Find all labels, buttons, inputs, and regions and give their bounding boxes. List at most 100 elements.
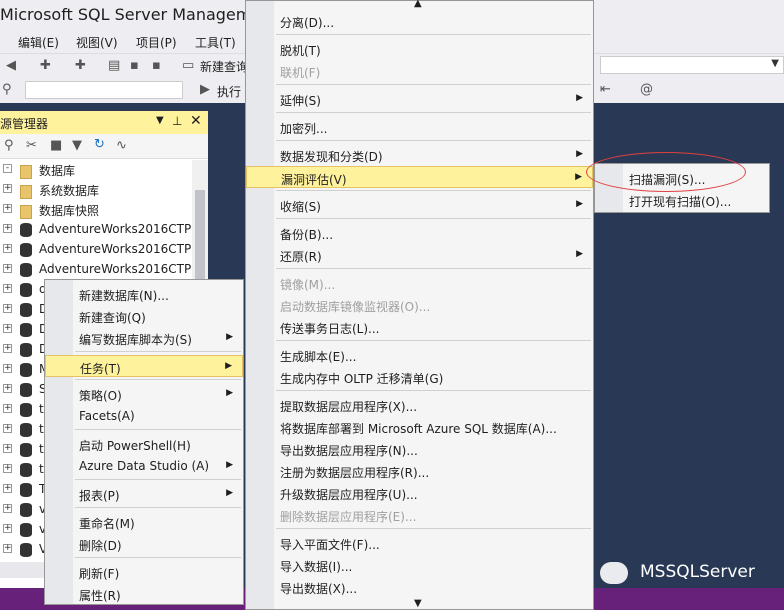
tree-node[interactable]: + AdventureWorks2016CTP3 bbox=[0, 240, 199, 260]
context-menu-item[interactable]: 刷新(F) bbox=[45, 561, 243, 583]
context-menu-item-label: 新建查询(Q) bbox=[79, 311, 146, 325]
tasks-submenu: ▲ ▼ 分离(D)... 脱机(T) 联机(F) 延伸(S) ▶ 加密列... 数据发现和分… bbox=[245, 0, 594, 610]
tasks-menu-item[interactable]: 注册为数据层应用程序(R)... bbox=[246, 460, 593, 482]
tasks-menu-item-label: 删除数据层应用程序(E)... bbox=[280, 510, 417, 524]
tree-node[interactable]: - 数据库 bbox=[0, 160, 192, 180]
tasks-menu-item[interactable]: 导出数据(X)... bbox=[246, 576, 593, 598]
tasks-menu-item[interactable]: 分离(D)... bbox=[246, 10, 593, 32]
scroll-up-icon[interactable]: ▲ bbox=[414, 0, 422, 9]
tasks-menu-item-label: 漏洞评估(V) bbox=[281, 173, 347, 187]
refresh-icon[interactable]: ↻ bbox=[94, 137, 105, 152]
tasks-menu-item[interactable]: 传送事务日志(L)... bbox=[246, 316, 593, 338]
new-project-icon[interactable]: ✚ bbox=[40, 58, 51, 73]
context-menu-item[interactable]: 新建数据库(N)... bbox=[45, 283, 243, 305]
expand-icon[interactable]: + bbox=[3, 364, 12, 373]
close-icon[interactable]: ✕ bbox=[190, 113, 202, 129]
context-menu-item[interactable]: 重命名(M) bbox=[45, 511, 243, 533]
comment-icon[interactable]: @ bbox=[640, 82, 653, 97]
pane-menu-icon[interactable]: ▼ bbox=[156, 115, 164, 126]
filter-icon[interactable]: ▼ bbox=[72, 138, 82, 153]
context-menu-item[interactable]: 新建查询(Q) bbox=[45, 305, 243, 327]
tree-node[interactable]: + 数据库快照 bbox=[0, 200, 192, 220]
expand-icon[interactable]: + bbox=[3, 204, 12, 213]
tasks-menu-item[interactable]: 漏洞评估(V) ▶ bbox=[246, 166, 593, 188]
menu-edit[interactable]: 编辑(E) bbox=[18, 34, 59, 51]
new-query-icon[interactable]: ▭ bbox=[182, 58, 194, 73]
scroll-down-icon[interactable]: ▼ bbox=[414, 598, 422, 609]
execute-icon[interactable]: ▶ bbox=[200, 82, 210, 97]
tasks-menu-item[interactable]: 加密列... bbox=[246, 116, 593, 138]
context-menu-item[interactable]: Azure Data Studio (A) ▶ bbox=[45, 455, 243, 477]
save-all-icon[interactable]: ▪ bbox=[152, 58, 161, 73]
tasks-menu-item[interactable]: 生成内存中 OLTP 迁移清单(G) bbox=[246, 366, 593, 388]
database-selector[interactable] bbox=[25, 81, 183, 99]
expand-icon[interactable]: + bbox=[3, 424, 12, 433]
expand-icon[interactable]: + bbox=[3, 344, 12, 353]
tasks-menu-item[interactable]: 提取数据层应用程序(X)... bbox=[246, 394, 593, 416]
stop-icon[interactable]: ■ bbox=[50, 138, 62, 153]
tasks-menu-item[interactable]: 导入平面文件(F)... bbox=[246, 532, 593, 554]
activity-monitor-icon[interactable]: ∿ bbox=[116, 138, 127, 153]
back-icon[interactable]: ◀ bbox=[6, 58, 16, 73]
expand-icon[interactable]: + bbox=[3, 284, 12, 293]
tree-node[interactable]: + AdventureWorks2016CTP3 bbox=[0, 220, 199, 240]
expand-icon[interactable]: + bbox=[3, 264, 12, 273]
tasks-menu-item[interactable]: 还原(R) ▶ bbox=[246, 244, 593, 266]
context-menu-item[interactable]: 编写数据库脚本为(S) ▶ bbox=[45, 327, 243, 349]
expand-icon[interactable]: + bbox=[3, 504, 12, 513]
new-query-button[interactable]: 新建查询 bbox=[200, 58, 248, 75]
vuln-menu-item[interactable]: 打开现有扫描(O)... bbox=[595, 189, 769, 211]
menu-tools[interactable]: 工具(T) bbox=[195, 34, 236, 51]
expand-icon[interactable]: + bbox=[3, 324, 12, 333]
expand-icon[interactable]: - bbox=[3, 164, 12, 173]
menu-view[interactable]: 视图(V) bbox=[76, 34, 118, 51]
menu-separator bbox=[75, 507, 241, 508]
expand-icon[interactable]: + bbox=[3, 524, 12, 533]
menu-project[interactable]: 项目(P) bbox=[136, 34, 177, 51]
expand-icon[interactable]: + bbox=[3, 384, 12, 393]
context-menu-item[interactable]: 删除(D) bbox=[45, 533, 243, 555]
expand-icon[interactable]: + bbox=[3, 484, 12, 493]
expand-icon[interactable]: + bbox=[3, 544, 12, 553]
tasks-menu-item[interactable]: 收缩(S) ▶ bbox=[246, 194, 593, 216]
save-icon[interactable]: ▪ bbox=[130, 58, 139, 73]
execute-button[interactable]: 执行 bbox=[217, 83, 241, 100]
context-menu-item[interactable]: Facets(A) bbox=[45, 405, 243, 427]
expand-icon[interactable]: + bbox=[3, 184, 12, 193]
context-menu-item[interactable]: 任务(T) ▶ bbox=[45, 355, 243, 377]
add-item-icon[interactable]: ✚ bbox=[75, 58, 86, 73]
tasks-menu-item[interactable]: 导入数据(I)... bbox=[246, 554, 593, 576]
context-menu-item-label: Facets(A) bbox=[79, 409, 135, 423]
tasks-menu-item[interactable]: 数据发现和分类(D) ▶ bbox=[246, 144, 593, 166]
expand-icon[interactable]: + bbox=[3, 464, 12, 473]
disconnect-icon[interactable]: ✂ bbox=[26, 138, 37, 153]
tasks-menu-item[interactable]: 导出数据层应用程序(N)... bbox=[246, 438, 593, 460]
open-file-icon[interactable]: ▤ bbox=[108, 58, 120, 73]
expand-icon[interactable]: + bbox=[3, 404, 12, 413]
tasks-menu-item-label: 镜像(M)... bbox=[280, 278, 336, 292]
expand-icon[interactable]: + bbox=[3, 224, 12, 233]
pin-icon[interactable]: ⊥ bbox=[172, 114, 182, 128]
tasks-menu-item[interactable]: 生成脚本(E)... bbox=[246, 344, 593, 366]
context-menu-item[interactable]: 策略(O) ▶ bbox=[45, 383, 243, 405]
tasks-menu-item[interactable]: 脱机(T) bbox=[246, 38, 593, 60]
expand-icon[interactable]: + bbox=[3, 304, 12, 313]
solution-config-combo[interactable]: ▼ bbox=[600, 56, 784, 74]
expand-icon[interactable]: + bbox=[3, 244, 12, 253]
submenu-arrow-icon: ▶ bbox=[226, 460, 233, 470]
expand-icon[interactable]: + bbox=[3, 444, 12, 453]
connect-icon[interactable]: ⚲ bbox=[2, 82, 12, 97]
context-menu-item[interactable]: 启动 PowerShell(H) bbox=[45, 433, 243, 455]
tasks-menu-item[interactable]: 升级数据层应用程序(U)... bbox=[246, 482, 593, 504]
tasks-menu-item-label: 加密列... bbox=[280, 122, 328, 136]
tree-node[interactable]: + AdventureWorks2016CTP3 bbox=[0, 260, 199, 280]
context-menu-item[interactable]: 报表(P) ▶ bbox=[45, 483, 243, 505]
tasks-menu-item[interactable]: 延伸(S) ▶ bbox=[246, 88, 593, 110]
tasks-menu-item-label: 分离(D)... bbox=[280, 16, 335, 30]
context-menu-item[interactable]: 属性(R) bbox=[45, 583, 243, 605]
connect-icon[interactable]: ⚲ bbox=[4, 138, 14, 153]
tasks-menu-item[interactable]: 将数据库部署到 Microsoft Azure SQL 数据库(A)... bbox=[246, 416, 593, 438]
indent-icon[interactable]: ⇤ bbox=[600, 82, 611, 97]
tasks-menu-item[interactable]: 备份(B)... bbox=[246, 222, 593, 244]
tree-node[interactable]: + 系统数据库 bbox=[0, 180, 192, 200]
